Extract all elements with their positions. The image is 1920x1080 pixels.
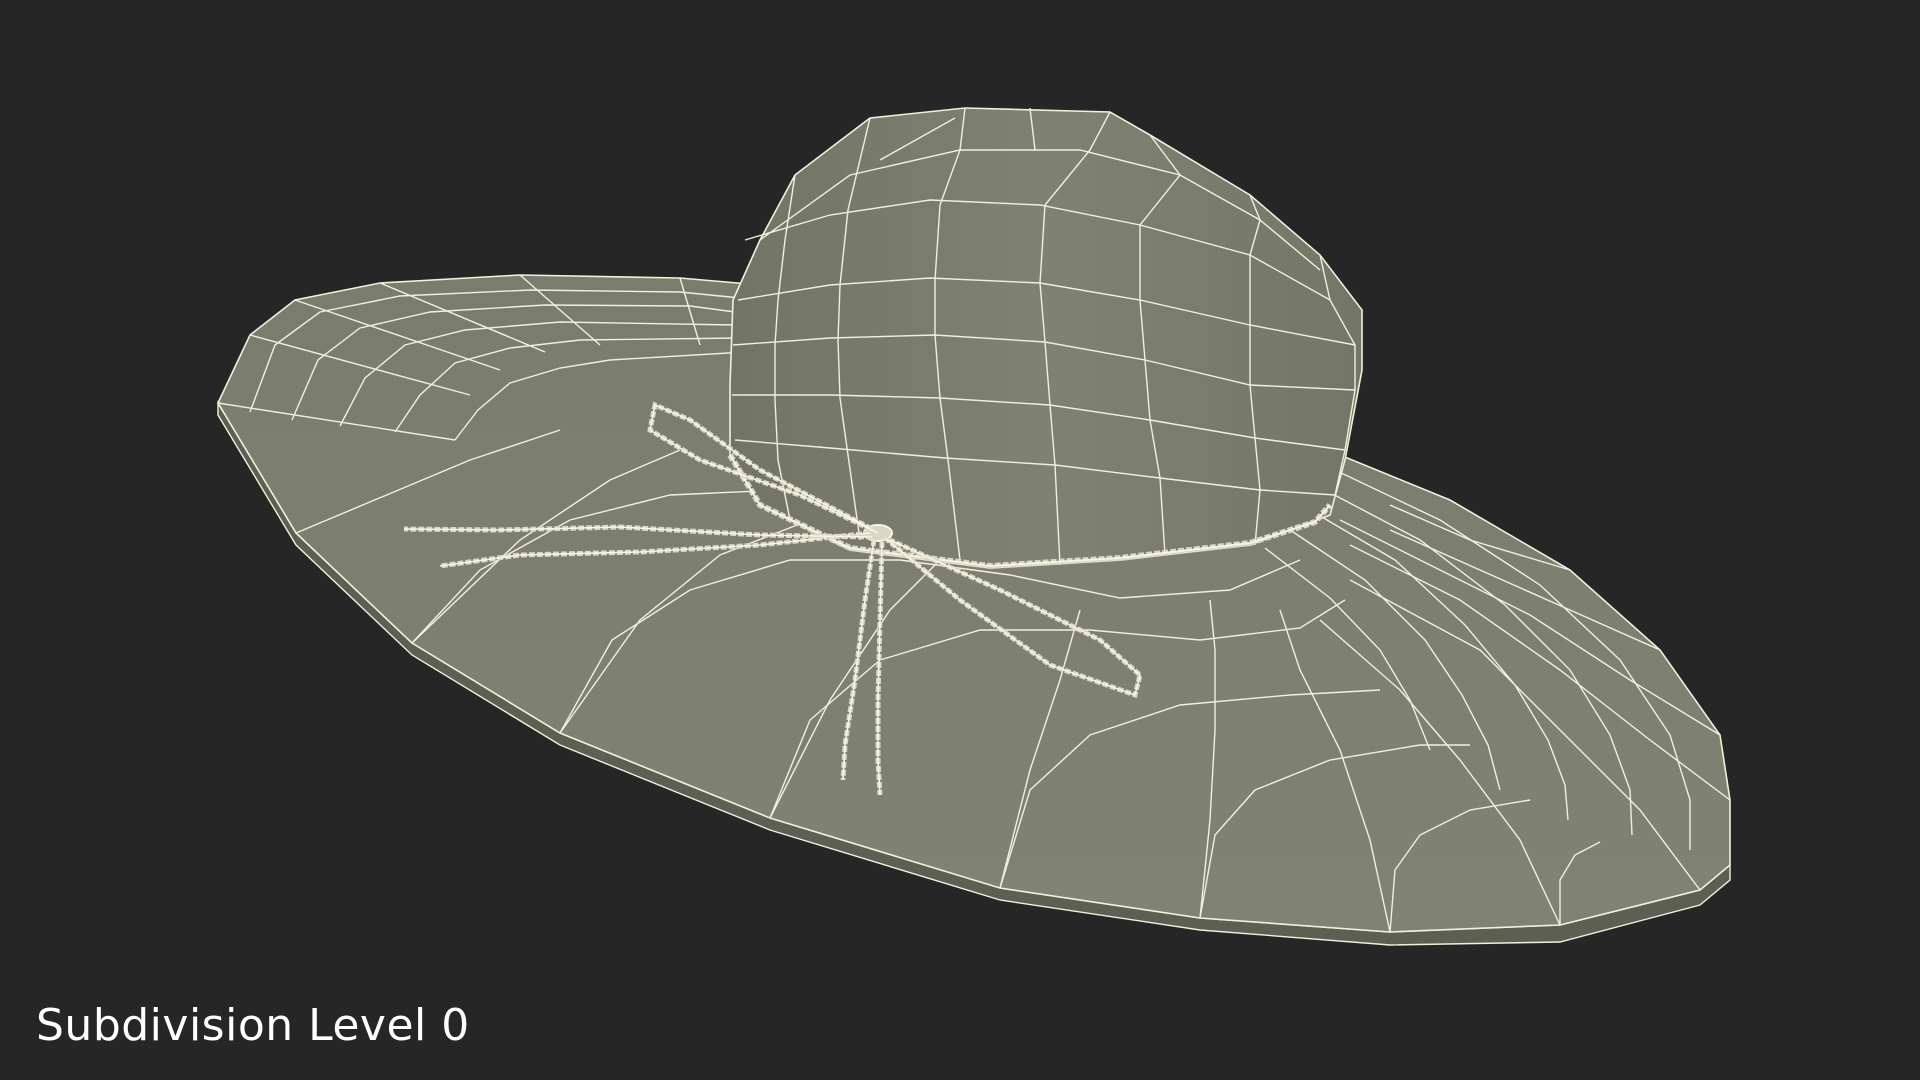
viewport: Subdivision Level 0 bbox=[0, 0, 1920, 1080]
subdivision-level-caption: Subdivision Level 0 bbox=[36, 1000, 470, 1051]
hat-wireframe-render bbox=[217, 107, 1731, 946]
